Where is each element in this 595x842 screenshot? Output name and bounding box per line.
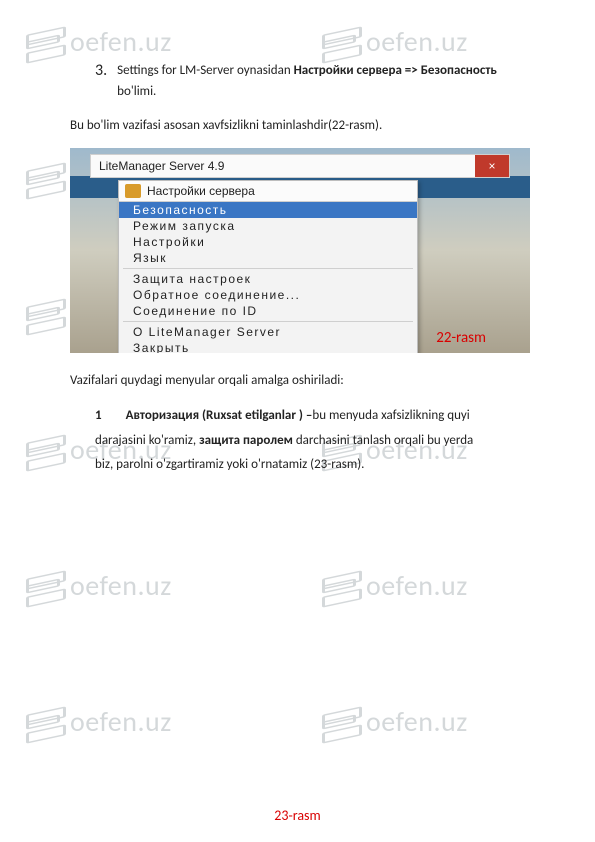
bold-run: Авторизация (Ruxsat etilganlar ) –	[126, 408, 313, 423]
numbered-block-1: 1 Авторизация (Ruxsat etilganlar ) –bu m…	[95, 404, 525, 478]
menu-item[interactable]: Обратное соединение...	[119, 287, 417, 303]
text-line: biz, parolni o'zgartiramiz yoki o'rnatam…	[95, 453, 525, 478]
menu-separator	[123, 268, 413, 269]
bold-run: защита паролем	[199, 433, 293, 448]
menu-item[interactable]: Закрыть	[119, 340, 417, 353]
watermark-text: oefen.uz	[366, 704, 468, 739]
text-run: Bu bo'lim vazifasi asosan xavfsizlikni t…	[70, 118, 382, 133]
list-number: 3.	[95, 60, 107, 82]
text-run: biz, parolni o'zgartiramiz yoki o'rnatam…	[95, 457, 364, 472]
text-run: darchasini tanlash orqali bu yerda	[293, 433, 473, 448]
context-menu: Настройки сервера БезопасностьРежим запу…	[118, 180, 418, 353]
paragraph: Bu bo'lim vazifasi asosan xavfsizlikni t…	[70, 115, 525, 136]
figure-22: LiteManager Server 4.9 × Настройки серве…	[70, 148, 530, 353]
app-title-text: LiteManager Server 4.9	[99, 159, 224, 173]
figure-caption-22: 22-rasm	[436, 329, 486, 347]
item-3: 3. Settings for LM-Server oynasidan Наст…	[95, 60, 525, 103]
text-run: Авторизация (Ruxsat etilganlar ) –bu men…	[126, 404, 470, 429]
app-titlebar: LiteManager Server 4.9 ×	[90, 154, 510, 178]
menu-item[interactable]: Язык	[119, 250, 417, 266]
page-content: 3. Settings for LM-Server oynasidan Наст…	[0, 0, 595, 518]
text-run: bu menyuda xafsizlikning quyi	[312, 408, 469, 423]
text-run: Vazifalari quydagi menyular orqali amalg…	[70, 373, 344, 388]
text-run: Settings for LM-Server oynasidan	[117, 63, 293, 78]
list-number: 1	[95, 404, 102, 429]
bold-run: Настройки сервера => Безопасность	[294, 63, 497, 78]
menu-item[interactable]: Соединение по ID	[119, 303, 417, 319]
watermark-text: oefen.uz	[366, 568, 468, 603]
menu-separator	[123, 321, 413, 322]
text-run: bo'limi.	[117, 84, 156, 99]
item-3-text: Settings for LM-Server oynasidan Настрой…	[117, 60, 525, 103]
text-run: darajasini ko'ramiz,	[95, 433, 199, 448]
figure-caption-23: 23-rasm	[0, 807, 595, 824]
menu-item[interactable]: Защита настроек	[119, 271, 417, 287]
menu-item[interactable]: Безопасность	[119, 202, 417, 218]
settings-icon	[125, 184, 141, 198]
watermark-text: oefen.uz	[70, 568, 172, 603]
text-line: darajasini ko'ramiz, защита паролем darc…	[95, 429, 525, 454]
menu-item[interactable]: Режим запуска	[119, 218, 417, 234]
menu-header: Настройки сервера	[119, 181, 417, 202]
paragraph: Vazifalari quydagi menyular orqali amalg…	[70, 371, 525, 392]
menu-header-text: Настройки сервера	[147, 184, 255, 198]
close-icon[interactable]: ×	[475, 155, 509, 177]
menu-item[interactable]: Настройки	[119, 234, 417, 250]
menu-item[interactable]: О LiteManager Server	[119, 324, 417, 340]
watermark-text: oefen.uz	[70, 704, 172, 739]
